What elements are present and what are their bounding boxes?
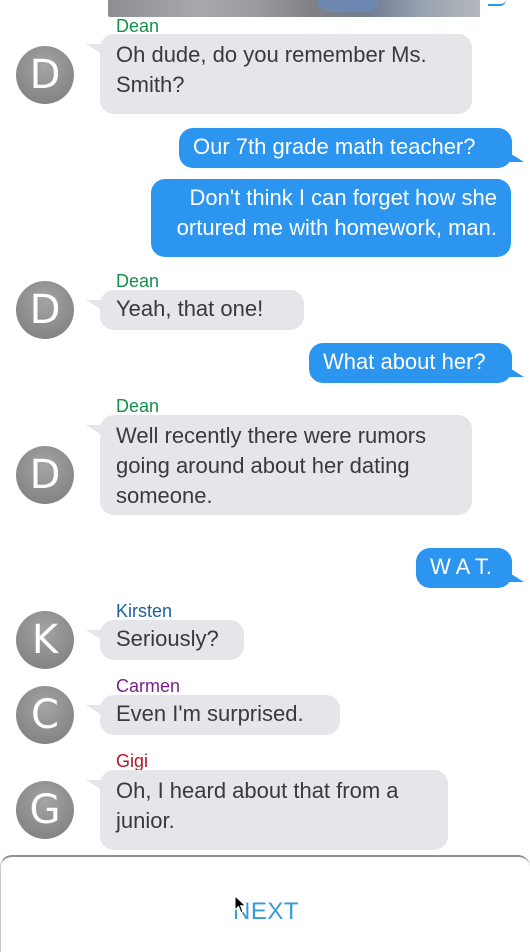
- sender-name: Dean: [116, 16, 160, 36]
- message-line: Don't think I can forget how she: [189, 185, 497, 210]
- message-bubble: W A T.: [416, 548, 512, 588]
- message-line: Oh, I heard about that from a: [116, 778, 399, 803]
- message-bubble: What about her?: [309, 343, 512, 383]
- message-line: Seriously?: [116, 626, 219, 651]
- sender-name: Kirsten: [116, 601, 173, 621]
- message-bubble: Well recently there were rumors going ar…: [86, 415, 472, 515]
- message-line: Oh dude, do you remember Ms.: [116, 42, 427, 67]
- message-line: What about her?: [323, 349, 486, 374]
- avatar: D: [16, 446, 74, 504]
- avatar: D: [16, 281, 74, 339]
- avatar: C: [16, 686, 74, 744]
- sender-name: Carmen: [116, 676, 181, 696]
- message-bubble: Oh dude, do you remember Ms. Smith?: [86, 34, 472, 114]
- message-line: Even I'm surprised.: [116, 701, 304, 726]
- bubble-tail: [508, 367, 524, 377]
- avatar: D: [16, 46, 74, 104]
- sender-name: Gigi: [116, 751, 149, 771]
- message-bubble: Don't think I can forget how she ortured…: [151, 179, 511, 257]
- message-line: W A T.: [430, 554, 492, 579]
- message-bubble: Seriously?: [86, 620, 244, 660]
- next-button[interactable]: NEXT: [1, 897, 530, 927]
- outgoing-bubble-edge: [488, 0, 506, 6]
- message-bubble: Even I'm surprised.: [86, 695, 340, 735]
- bubble-tail: [508, 572, 524, 582]
- message-bubble: Our 7th grade math teacher?: [179, 128, 512, 168]
- shared-photo-edge[interactable]: [108, 0, 480, 17]
- message-line: Our 7th grade math teacher?: [193, 134, 476, 159]
- bubble-tail: [508, 152, 524, 162]
- message-line: Yeah, that one!: [116, 296, 264, 321]
- message-bubble: Oh, I heard about that from a junior.: [86, 770, 448, 850]
- message-line: Well recently there were rumors: [116, 423, 427, 448]
- avatar: K: [16, 611, 74, 669]
- mouse-cursor-icon: [234, 895, 247, 914]
- sender-name: Dean: [116, 396, 160, 416]
- sender-name: Dean: [116, 271, 160, 291]
- avatar: G: [16, 781, 74, 839]
- footer-panel: NEXT: [0, 855, 530, 952]
- message-line: ortured me with homework, man.: [176, 215, 497, 240]
- message-line: Smith?: [116, 72, 185, 97]
- message-line: junior.: [116, 808, 175, 833]
- message-line: someone.: [116, 483, 213, 508]
- chat-transcript: Dean D Oh dude, do you remember Ms. Smit…: [0, 0, 530, 952]
- message-line: going around about her dating: [116, 453, 410, 478]
- message-bubble: Yeah, that one!: [86, 290, 304, 330]
